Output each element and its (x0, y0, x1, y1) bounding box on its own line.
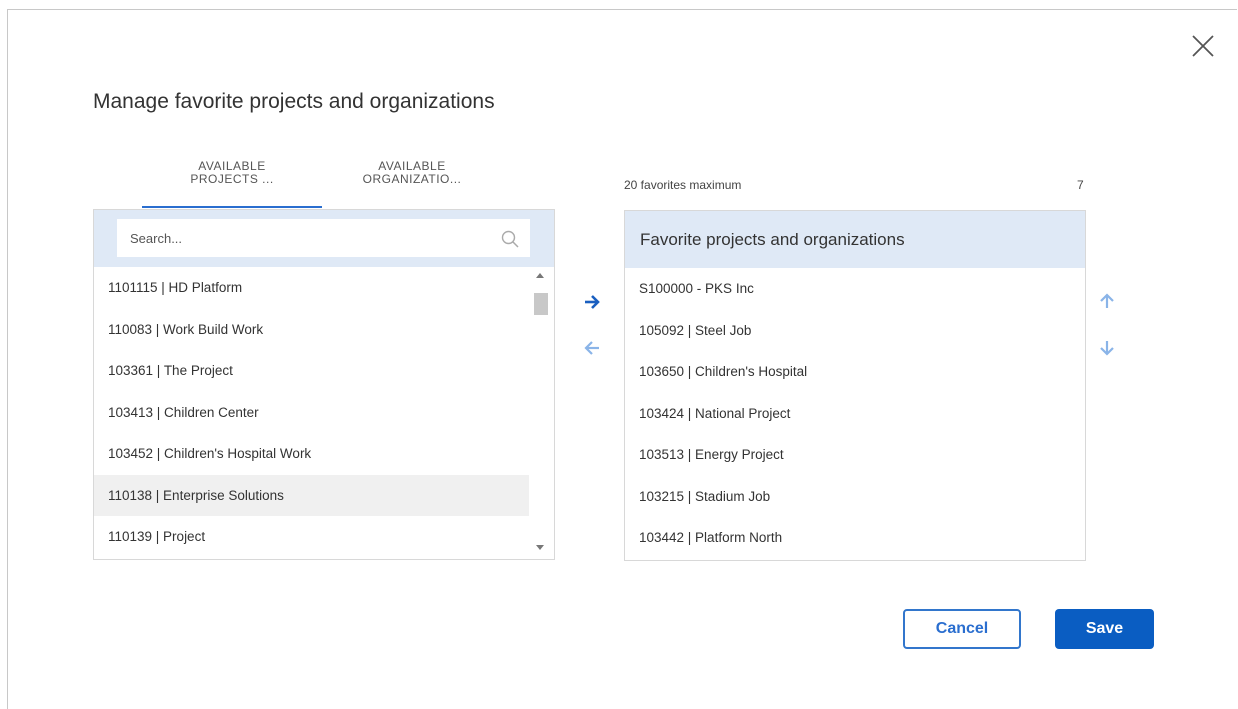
favorites-max-text: 20 favorites maximum (624, 178, 742, 192)
tab-available-organizations[interactable]: AVAILABLE ORGANIZATIO... (342, 160, 482, 208)
scroll-down-icon[interactable] (536, 545, 544, 550)
tab-label-line2: ORGANIZATIO... (362, 172, 462, 186)
move-up-arrow-icon[interactable] (1097, 291, 1117, 311)
scrollbar[interactable] (530, 267, 552, 559)
favorite-item[interactable]: 103513 | Energy Project (625, 434, 1085, 476)
favorites-count: 7 (1077, 178, 1084, 192)
list-item-highlighted[interactable]: 110138 | Enterprise Solutions (94, 474, 529, 516)
favorite-item[interactable]: 103424 | National Project (625, 393, 1085, 435)
list-item[interactable]: 110139 | Project (94, 516, 529, 558)
favorites-list: S100000 - PKS Inc 105092 | Steel Job 103… (625, 268, 1085, 559)
list-item[interactable]: 103452 | Children's Hospital Work (94, 433, 529, 475)
tab-available-projects[interactable]: AVAILABLE PROJECTS ... (142, 160, 322, 208)
favorite-item[interactable]: 103215 | Stadium Job (625, 476, 1085, 518)
favorites-panel: Favorite projects and organizations S100… (624, 210, 1086, 561)
move-left-arrow-icon[interactable] (582, 338, 602, 358)
move-down-arrow-icon[interactable] (1097, 338, 1117, 358)
available-list: 1101115 | HD Platform 110083 | Work Buil… (94, 267, 529, 558)
dialog-title: Manage favorite projects and organizatio… (93, 90, 495, 113)
scroll-up-icon[interactable] (536, 273, 544, 278)
list-item[interactable]: 103361 | The Project (94, 350, 529, 392)
search-bar (94, 210, 554, 267)
list-item[interactable]: 110083 | Work Build Work (94, 309, 529, 351)
search-input[interactable] (117, 219, 530, 257)
save-button[interactable]: Save (1055, 609, 1154, 649)
move-right-arrow-icon[interactable] (582, 292, 602, 312)
list-item[interactable]: 1101115 | HD Platform (94, 267, 529, 309)
available-list-panel: 1101115 | HD Platform 110083 | Work Buil… (93, 209, 555, 560)
cancel-button[interactable]: Cancel (903, 609, 1021, 649)
favorites-header: Favorite projects and organizations (625, 211, 1085, 268)
favorite-item[interactable]: 103442 | Platform North (625, 517, 1085, 559)
tab-label-line2: PROJECTS ... (190, 172, 274, 186)
scrollbar-thumb[interactable] (534, 293, 548, 315)
search-icon (501, 230, 519, 248)
close-icon[interactable] (1190, 33, 1216, 59)
favorite-item[interactable]: S100000 - PKS Inc (625, 268, 1085, 310)
list-item[interactable]: 103413 | Children Center (94, 392, 529, 434)
favorite-item[interactable]: 103650 | Children's Hospital (625, 351, 1085, 393)
favorite-item[interactable]: 105092 | Steel Job (625, 310, 1085, 352)
